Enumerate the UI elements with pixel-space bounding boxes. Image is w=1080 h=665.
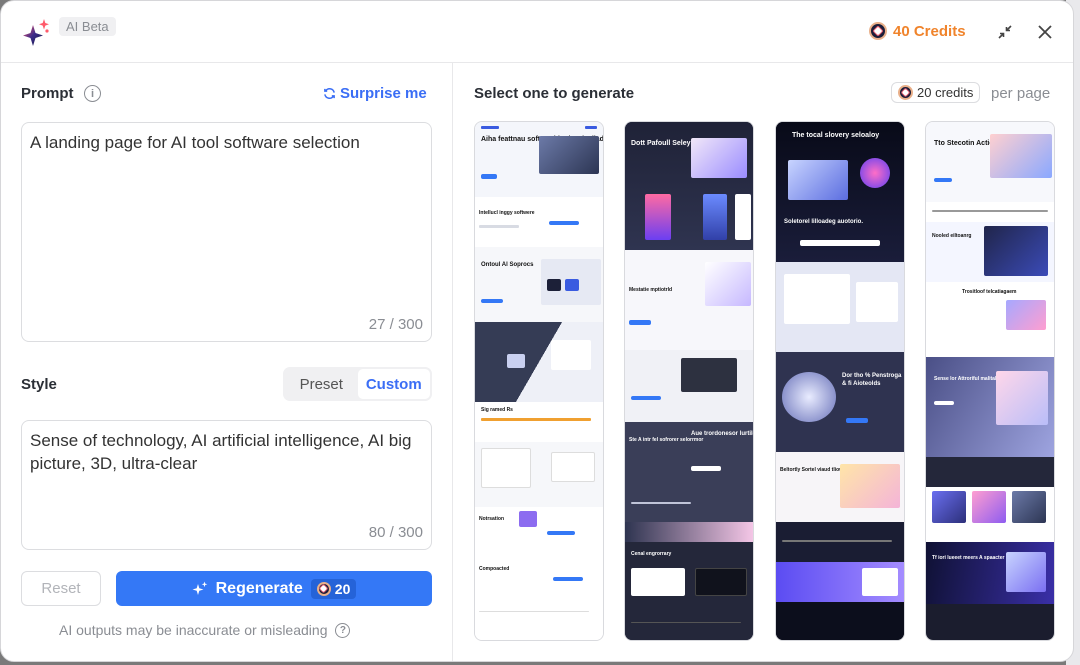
preview-section: Mestatie mptiotrld — [625, 250, 753, 350]
preview-card-1[interactable]: Aiha feattnau softyorride ri, selealiade… — [474, 121, 604, 641]
preview-section — [776, 522, 904, 562]
preview-section — [625, 350, 753, 422]
results-title: Select one to generate — [474, 85, 635, 102]
refresh-icon — [324, 88, 335, 99]
preview-section: Dott Pafoull Seleyriaied. — [625, 122, 753, 250]
style-mode-toggle: Preset Custom — [283, 367, 432, 401]
close-button[interactable] — [1034, 21, 1056, 43]
credits-label: 40 Credits — [893, 22, 966, 40]
ai-generate-dialog: AI Beta 40 Credits Prompt i Surprise me — [0, 0, 1074, 662]
preview-card-2[interactable]: Dott Pafoull Seleyriaied. Mestatie mptio… — [624, 121, 754, 641]
preview-section: Ontoul Al Soprocs — [475, 247, 603, 322]
preview-section: Trositloof telcatiagaem — [926, 282, 1054, 357]
preview-section — [926, 457, 1054, 487]
preview-section: Tto Stecotin Actiction. — [926, 122, 1054, 202]
preview-section: Compoacted — [475, 557, 603, 640]
beta-badge: AI Beta — [59, 17, 116, 36]
tab-custom[interactable]: Custom — [357, 369, 430, 399]
credit-coin-icon — [316, 581, 331, 596]
preview-heading: Intellucl inggy softwere — [479, 210, 535, 216]
credit-coin-icon — [898, 85, 913, 100]
results-panel: Select one to generate 20 credits per pa… — [454, 63, 1073, 661]
preview-section — [926, 202, 1054, 222]
regenerate-cost: 20 — [334, 580, 351, 597]
help-icon[interactable]: ? — [335, 622, 351, 638]
style-label: Style — [21, 376, 57, 393]
preview-section: Cenal engrorrary — [625, 542, 753, 640]
cost-per-page-badge: 20 credits — [891, 82, 981, 103]
prompt-char-counter: 27 / 300 — [368, 316, 423, 333]
preview-section: Sig ramed Rs — [475, 402, 603, 442]
close-icon — [1038, 25, 1052, 39]
tab-preset[interactable]: Preset — [285, 369, 358, 399]
surprise-me-label: Surprise me — [340, 85, 427, 102]
collapse-button[interactable] — [994, 21, 1016, 43]
per-page-label: per page — [991, 85, 1051, 102]
dialog-header: AI Beta 40 Credits — [1, 1, 1073, 63]
preview-card-3[interactable]: The tocal slovery seloaloy Soletorel lil… — [775, 121, 905, 641]
preview-heading: Cenal engrorrary — [631, 551, 672, 557]
preview-section: Aiha feattnau softyorride ri, selealiade — [475, 122, 603, 197]
preview-heading: Trositloof telcatiagaem — [962, 289, 1017, 295]
preview-heading: Mestatie mptiotrld — [629, 287, 673, 293]
info-icon[interactable]: i — [84, 85, 101, 102]
style-input[interactable]: Sense of technology, AI artificial intel… — [21, 420, 432, 550]
preview-heading: The tocal slovery seloaloy — [792, 132, 880, 139]
preview-section: Notrsation — [475, 507, 603, 557]
preview-section: Tf iori lueeet meers A spaacter — [926, 542, 1054, 604]
prompt-input[interactable]: A landing page for AI tool software sele… — [21, 122, 432, 342]
preview-heading: Tf iori lueeet meers A spaacter — [932, 555, 1005, 561]
preview-heading: Nooled eiltoanrg — [932, 233, 972, 239]
preview-heading: Beltortly Sortel viaud tliowrd — [780, 467, 849, 473]
preview-section: Nooled eiltoanrg — [926, 222, 1054, 282]
preview-section: Beltortly Sortel viaud tliowrd — [776, 452, 904, 522]
preview-section — [625, 522, 753, 542]
surprise-me-button[interactable]: Surprise me — [323, 85, 427, 102]
preview-heading: Aue trordonesor lurtilol esn — [691, 431, 753, 437]
preview-section: Dor tho % Penstroga & fi Aioteolds — [776, 352, 904, 452]
preview-heading: Compoacted — [479, 566, 510, 572]
disclaimer-text: AI outputs may be inaccurate or misleadi… — [59, 622, 328, 638]
preview-section — [776, 562, 904, 602]
preview-section: Intellucl inggy softwere — [475, 197, 603, 247]
preview-section: Ste A intr fel sofrorer selorrmor Aue tr… — [625, 422, 753, 522]
sparkles-logo-icon — [23, 19, 49, 46]
prompt-text[interactable]: A landing page for AI tool software sele… — [30, 131, 423, 154]
style-text[interactable]: Sense of technology, AI artificial intel… — [30, 429, 423, 475]
preview-section: Sense lor Attroriful malitalo — [926, 357, 1054, 457]
preview-section — [776, 262, 904, 352]
reset-button[interactable]: Reset — [21, 571, 101, 606]
ai-disclaimer: AI outputs may be inaccurate or misleadi… — [59, 622, 351, 638]
preview-section: The tocal slovery seloaloy Soletorel lil… — [776, 122, 904, 262]
preview-heading: Sig ramed Rs — [481, 407, 513, 413]
preview-section — [926, 487, 1054, 542]
preview-section — [475, 322, 603, 402]
regenerate-cost-badge: 20 — [310, 578, 357, 599]
credits-balance[interactable]: 40 Credits — [869, 22, 966, 40]
preview-section — [776, 602, 904, 640]
collapse-icon — [998, 25, 1012, 39]
regenerate-label: Regenerate — [215, 579, 303, 597]
preview-heading: Ontoul Al Soprocs — [481, 262, 534, 268]
sparkle-icon — [192, 581, 207, 595]
input-panel: Prompt i Surprise me A landing page for … — [1, 63, 453, 661]
preview-heading: Notrsation — [479, 516, 504, 522]
style-char-counter: 80 / 300 — [368, 524, 423, 541]
preview-section — [475, 442, 603, 507]
preview-section — [926, 604, 1054, 640]
preview-heading: Dor tho % Penstroga & fi Aioteolds — [842, 373, 902, 387]
regenerate-button[interactable]: Regenerate 20 — [116, 571, 432, 606]
credit-coin-icon — [869, 22, 887, 40]
cost-label: 20 credits — [917, 85, 974, 100]
preview-heading: Soletorel lilloadeg auotorio. — [784, 219, 864, 225]
preview-card-4[interactable]: Tto Stecotin Actiction. Nooled eiltoanrg… — [925, 121, 1055, 641]
preview-heading: Sense lor Attroriful malitalo — [934, 376, 1000, 382]
prompt-label: Prompt — [21, 85, 74, 102]
